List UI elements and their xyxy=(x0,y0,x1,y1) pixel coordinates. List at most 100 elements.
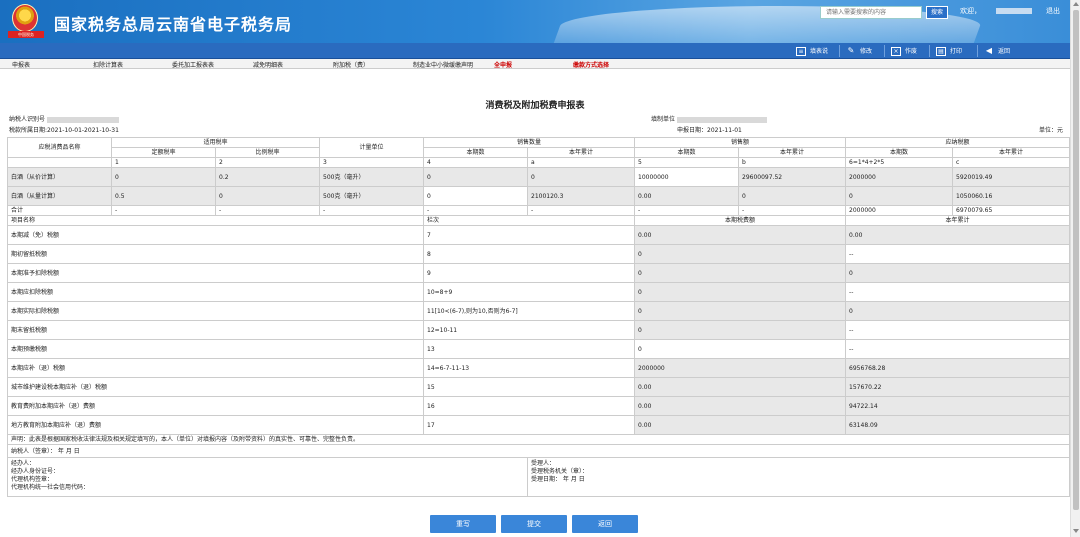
table-cell: -- xyxy=(845,320,1071,340)
row-label: 期初留抵税额 xyxy=(6,244,425,264)
table-cell: 2100120.3 xyxy=(527,186,636,206)
table-cell: 0 xyxy=(634,301,847,321)
table-row: 白酒（从量计算） 0.5 0 500克（毫升） 0 2100120.3 0.00… xyxy=(7,186,1071,206)
row-label: 本期预缴税额 xyxy=(6,339,425,359)
toolbar-form-notes[interactable]: ≡ 填表说 xyxy=(796,46,828,57)
agent-line: 经办人： xyxy=(11,460,36,467)
scroll-up-icon[interactable] xyxy=(1073,2,1079,6)
tab-surcharge[interactable]: 附加税（费） xyxy=(333,60,369,69)
tab-exemption-detail[interactable]: 减免明细表 xyxy=(253,60,283,69)
index-cell: a xyxy=(527,157,636,168)
toolbar-label: 填表说 xyxy=(810,48,829,55)
reset-button[interactable]: 重写 xyxy=(430,515,496,533)
table-cell: 0.00 xyxy=(634,186,740,206)
toolbar-divider xyxy=(884,45,885,57)
sales-amount-input[interactable]: 10000000 xyxy=(634,167,740,187)
col-header-current: 本期数 xyxy=(423,147,529,158)
table-cell: 0 xyxy=(845,263,1071,283)
vertical-scrollbar[interactable] xyxy=(1070,0,1080,537)
table-cell: 0 xyxy=(111,167,216,187)
sales-qty-input[interactable]: 0 xyxy=(423,186,529,206)
row-label: 城市维护建设税本期应补（退）税额 xyxy=(6,377,425,397)
tab-declaration-form[interactable]: 申报表 xyxy=(12,60,30,69)
seq-cell: 7 xyxy=(423,225,636,245)
table-cell: 0.00 xyxy=(634,225,847,245)
row-label: 本期减（免）税额 xyxy=(6,225,425,245)
index-cell: 2 xyxy=(214,157,321,168)
acceptance-line: 受理税务机关（章）： xyxy=(531,468,589,475)
col-header-ytd: 本年累计 xyxy=(845,215,1071,226)
toolbar-void[interactable]: × 作废 xyxy=(891,46,917,57)
col-header-fixed-rate: 定额税率 xyxy=(111,147,216,158)
void-document-icon: × xyxy=(891,47,901,56)
row-label: 本期准予扣除税额 xyxy=(6,263,425,283)
edit-pencil-icon: ✎ xyxy=(847,46,855,55)
form-tabs: 申报表 扣除计算表 委托加工报表表 减免明细表 附加税（费） 制造业中小微缓缴声… xyxy=(0,59,1070,69)
seq-cell: 9 xyxy=(423,263,636,283)
toolbar-label: 修改 xyxy=(860,48,873,55)
toolbar-edit[interactable]: ✎ 修改 xyxy=(846,46,872,57)
row-label: 合计 xyxy=(7,205,112,216)
tab-processing-report[interactable]: 委托加工报表表 xyxy=(172,60,214,69)
col-header-current: 本期数 xyxy=(845,147,954,158)
table-cell: - xyxy=(214,205,321,216)
table-cell: 0 xyxy=(634,282,847,302)
filler-unit-label: 填制单位 xyxy=(651,116,676,123)
toolbar-back[interactable]: ◀ 返回 xyxy=(984,46,1010,57)
col-header-ytd: 本年累计 xyxy=(952,147,1071,158)
form-title: 消费税及附加税费申报表 xyxy=(485,101,585,111)
emblem-caption: 中国税务 xyxy=(8,31,44,38)
index-cell: 6=1*4+2*5 xyxy=(845,157,954,168)
tab-payment-method[interactable]: 缴款方式选择 xyxy=(573,60,609,69)
search-button[interactable]: 搜索 xyxy=(926,6,948,19)
signature-row: 纳税人（签章）： 年 月 日 xyxy=(6,444,1071,458)
declaration-row: 声明：此表是根据国家税收法律法规及相关规定填写的，本人（单位）对填报内容（及附带… xyxy=(6,434,1071,445)
table-cell: 0 xyxy=(423,167,529,187)
seq-cell: 10=8+9 xyxy=(423,282,636,302)
tab-sme-deferral[interactable]: 制造业中小微缓缴声明 xyxy=(413,60,473,69)
table-cell: 0.5 xyxy=(111,186,216,206)
header-decoration xyxy=(552,6,988,43)
seq-cell: 17 xyxy=(423,415,636,435)
form-actions: 重写 提交 返回 xyxy=(0,515,1070,534)
table-cell: 63148.09 xyxy=(845,415,1071,435)
scroll-down-icon[interactable] xyxy=(1073,529,1079,533)
search-input[interactable] xyxy=(820,6,922,19)
col-header-tax: 应纳税额 xyxy=(845,137,1071,148)
table-cell: 94722.14 xyxy=(845,396,1071,416)
prepaid-tax-input[interactable]: 0 xyxy=(634,339,847,359)
row-label: 白酒（从价计算） xyxy=(7,167,112,187)
toolbar-print[interactable]: ▤ 打印 xyxy=(936,46,962,57)
toolbar-label: 打印 xyxy=(950,48,963,55)
logout-link[interactable]: 退出 xyxy=(1046,6,1060,16)
acceptance-block: 受理人： 受理税务机关（章）： 受理日期： 年 月 日 xyxy=(527,457,1071,497)
table-cell: 0 xyxy=(214,186,321,206)
tax-emblem-icon xyxy=(12,4,38,32)
taxpayer-signature-line: 纳税人（签章）： 年 月 日 xyxy=(6,444,1071,458)
declaration-table: 应税消费品名称 适用税率 计量单位 销售数量 销售额 应纳税额 定额税率 比例税… xyxy=(6,137,1071,497)
table-cell: 0.00 xyxy=(634,396,847,416)
table-row: 本期应扣除税额 10=8+9 0 -- xyxy=(6,282,1071,302)
seq-cell: 16 xyxy=(423,396,636,416)
index-cell: 4 xyxy=(423,157,529,168)
table-cell: -- xyxy=(845,244,1071,264)
table-cell: - xyxy=(319,205,425,216)
agent-row: 经办人： 经办人身份证号： 代理机构签章： 代理机构统一社会信用代码： 受理人：… xyxy=(6,457,1071,497)
table-cell: 500克（毫升） xyxy=(319,186,425,206)
toolbar-divider xyxy=(929,45,930,57)
submit-button[interactable]: 提交 xyxy=(501,515,567,533)
tab-full-declaration[interactable]: 全申报 xyxy=(494,60,512,69)
seq-cell: 11[10<(6-7),则为10,否则为6-7] xyxy=(423,301,636,321)
scroll-thumb[interactable] xyxy=(1073,10,1079,510)
seq-cell: 14=6-7-11-13 xyxy=(423,358,636,378)
table-cell: 2000000 xyxy=(845,167,954,187)
table-row: 期初留抵税额 8 0 -- xyxy=(6,244,1071,264)
tab-deduction-calc[interactable]: 扣除计算表 xyxy=(93,60,123,69)
acceptance-line: 受理人： xyxy=(531,460,556,467)
col-header-qty: 销售数量 xyxy=(423,137,636,148)
back-button[interactable]: 返回 xyxy=(572,515,638,533)
seq-cell: 15 xyxy=(423,377,636,397)
seq-cell: 13 xyxy=(423,339,636,359)
toolbar-divider xyxy=(977,45,978,57)
table-row: 本期实际扣除税额 11[10<(6-7),则为10,否则为6-7] 0 0 xyxy=(6,301,1071,321)
